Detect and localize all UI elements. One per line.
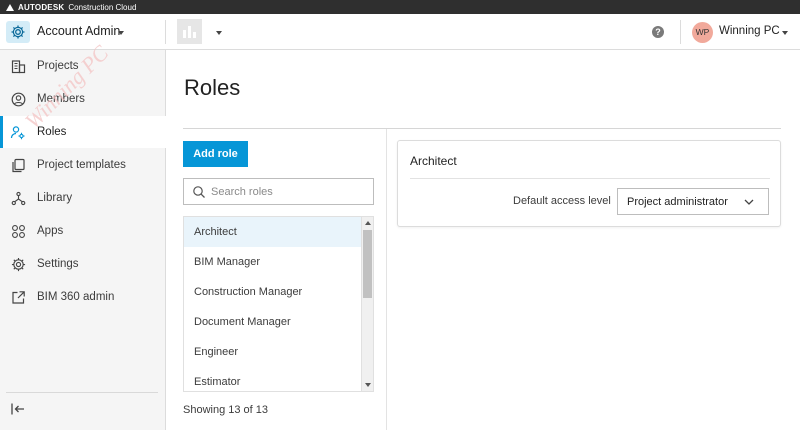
sidebar-item-library[interactable]: Library [0, 182, 166, 214]
grid-icon [10, 223, 26, 239]
result-count: Showing 13 of 13 [183, 404, 269, 416]
app-header: Account Admin ? WP Winning PC [0, 14, 800, 50]
scrollbar-thumb[interactable] [363, 230, 372, 298]
add-role-button[interactable]: Add role [183, 141, 248, 167]
project-chevron-down-icon[interactable] [216, 31, 222, 35]
building-icon [10, 58, 26, 74]
brand-name: AUTODESK [18, 2, 65, 12]
copy-icon [10, 157, 26, 173]
sidebar-item-label: Projects [37, 60, 79, 72]
person-circle-icon [10, 91, 26, 107]
sidebar-item-label: Settings [37, 258, 79, 270]
access-level-label: Default access level [513, 195, 611, 207]
role-detail-card: Architect Default access level Project a… [397, 140, 781, 227]
list-item[interactable]: Estimator [184, 367, 362, 391]
list-item[interactable]: BIM Manager [184, 247, 362, 277]
sidebar-item-label: BIM 360 admin [37, 291, 115, 303]
sidebar-item-projects[interactable]: Projects [0, 50, 166, 82]
search-field [183, 178, 374, 205]
person-gear-icon [10, 124, 26, 140]
avatar[interactable]: WP [692, 22, 713, 43]
sidebar-divider [6, 392, 158, 393]
sidebar-item-project-templates[interactable]: Project templates [0, 149, 166, 181]
access-level-value: Project administrator [627, 195, 728, 208]
app-switcher-label[interactable]: Account Admin [37, 24, 120, 38]
top-brand-strip: AUTODESK Construction Cloud [0, 0, 800, 14]
sidebar-item-label: Members [37, 93, 85, 105]
autodesk-logo-icon [6, 3, 14, 11]
sidebar-item-members[interactable]: Members [0, 83, 166, 115]
search-icon [192, 185, 206, 199]
search-input[interactable] [211, 182, 366, 201]
list-item[interactable]: Architect [184, 217, 362, 247]
scrollbar[interactable] [361, 217, 373, 391]
sidebar-item-settings[interactable]: Settings [0, 248, 166, 280]
page-title: Roles [184, 75, 241, 100]
card-divider [410, 178, 770, 179]
chevron-down-icon [744, 197, 754, 205]
sidebar-item-label: Roles [37, 126, 67, 138]
scroll-down-icon[interactable] [365, 383, 371, 387]
help-icon[interactable]: ? [652, 26, 664, 38]
chevron-down-icon[interactable] [118, 31, 124, 35]
sidebar-item-label: Project templates [37, 159, 126, 171]
product-name: Construction Cloud [68, 2, 137, 12]
header-divider [165, 20, 166, 44]
role-list: Architect BIM Manager Construction Manag… [183, 216, 374, 392]
sidebar: Projects Members Roles Project templates… [0, 50, 166, 430]
account-admin-gear-icon[interactable] [6, 21, 30, 43]
role-detail-title: Architect [410, 154, 457, 168]
list-item[interactable]: Engineer [184, 337, 362, 367]
user-chevron-down-icon[interactable] [782, 31, 788, 35]
network-icon [10, 190, 26, 206]
scroll-up-icon[interactable] [365, 221, 371, 225]
project-thumbnail-icon[interactable] [177, 19, 202, 44]
external-link-icon [10, 289, 26, 305]
header-divider [680, 20, 681, 44]
gear-icon [10, 256, 26, 272]
list-item[interactable]: Document Manager [184, 307, 362, 337]
sidebar-item-apps[interactable]: Apps [0, 215, 166, 247]
sidebar-item-bim-360-admin[interactable]: BIM 360 admin [0, 281, 166, 313]
sidebar-item-roles[interactable]: Roles [0, 116, 166, 148]
list-item[interactable]: Construction Manager [184, 277, 362, 307]
title-divider [183, 128, 781, 129]
sidebar-item-label: Apps [37, 225, 64, 237]
panel-divider [386, 129, 387, 430]
sidebar-item-label: Library [37, 192, 73, 204]
collapse-sidebar-icon[interactable] [10, 401, 26, 417]
user-menu-label[interactable]: Winning PC [719, 25, 780, 37]
access-level-select[interactable]: Project administrator [617, 188, 769, 215]
